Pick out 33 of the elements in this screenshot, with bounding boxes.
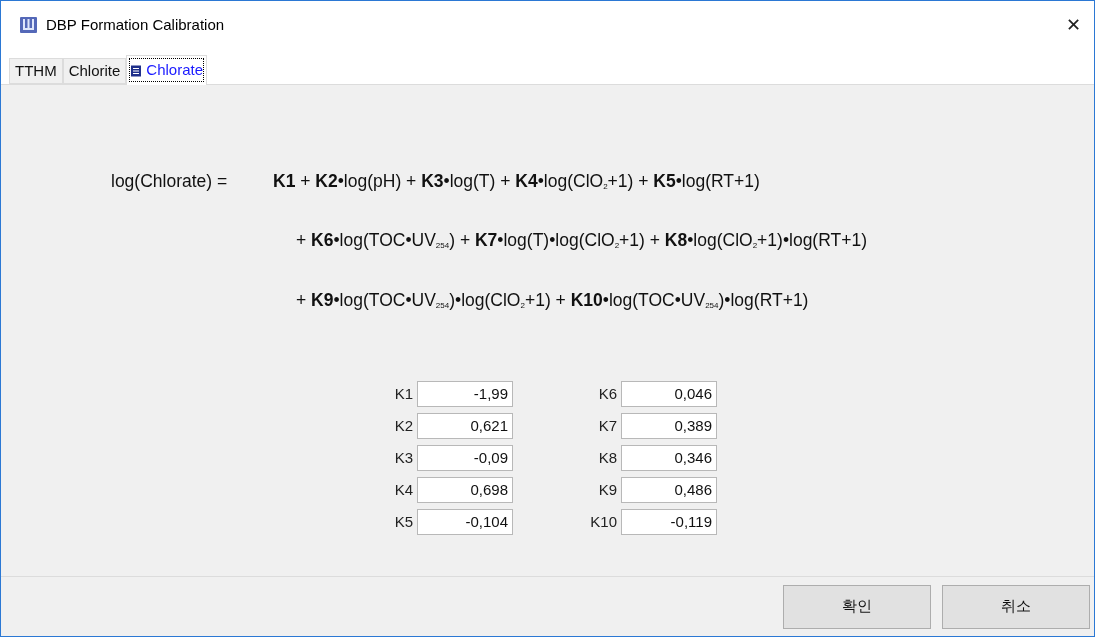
window-title: DBP Formation Calibration <box>46 14 225 35</box>
coefficient-field[interactable]: -0,09 <box>417 444 513 471</box>
coefficient-field[interactable]: -0,119 <box>621 508 717 535</box>
coefficient-label: K8 <box>597 447 618 468</box>
dialog-button[interactable]: 취소 <box>942 584 1090 629</box>
app-icon <box>20 17 37 33</box>
coefficient-label: K5 <box>393 511 414 532</box>
dialog-button[interactable]: 확인 <box>783 584 931 629</box>
coefficient-field[interactable]: 0,486 <box>621 476 717 503</box>
equation-text: + K9•log(TOC•UV$_{254}$)•log(ClO$_{2}$+1) + K10•log(TOC•UV$_{254}$)•log(RT+1) <box>296 288 809 312</box>
coefficient-label: K9 <box>597 479 618 500</box>
coefficient-field[interactable]: 0,698 <box>417 476 513 503</box>
coefficient-field[interactable]: -1,99 <box>417 380 513 407</box>
coefficient-field[interactable]: -0,104 <box>417 508 513 535</box>
coefficient-field[interactable]: 0,621 <box>417 412 513 439</box>
close-button[interactable]: ✕ <box>1058 10 1088 40</box>
coefficient-label: K2 <box>393 415 414 436</box>
coefficient-label: K7 <box>597 415 618 436</box>
tab[interactable]: TTHM <box>9 58 63 84</box>
equation-text: + K6•log(TOC•UV$_{254}$) + K7•log(T)•log(ClO$_{2}$+1) + K8•log(ClO$_{2}$+1)•log(RT+1) <box>296 229 867 253</box>
coefficient-label: K3 <box>393 447 414 468</box>
coefficient-label: K6 <box>597 383 618 404</box>
coefficient-label: K4 <box>393 479 414 500</box>
equation-text: log(Chlorate) = <box>111 170 229 193</box>
document-icon <box>130 64 143 77</box>
coefficient-label: K10 <box>589 511 618 532</box>
tab[interactable]: Chlorate <box>126 55 208 85</box>
coefficient-field[interactable]: 0,046 <box>621 380 717 407</box>
coefficient-field[interactable]: 0,389 <box>621 412 717 439</box>
coefficient-label: K1 <box>393 383 414 404</box>
equation-text: K1 + K2•log(pH) + K3•log(T) + K4•log(ClO$_{2}$+1) + K5•log(RT+1) <box>273 170 760 193</box>
tab[interactable]: Chlorite <box>62 58 127 84</box>
coefficient-field[interactable]: 0,346 <box>621 444 717 471</box>
